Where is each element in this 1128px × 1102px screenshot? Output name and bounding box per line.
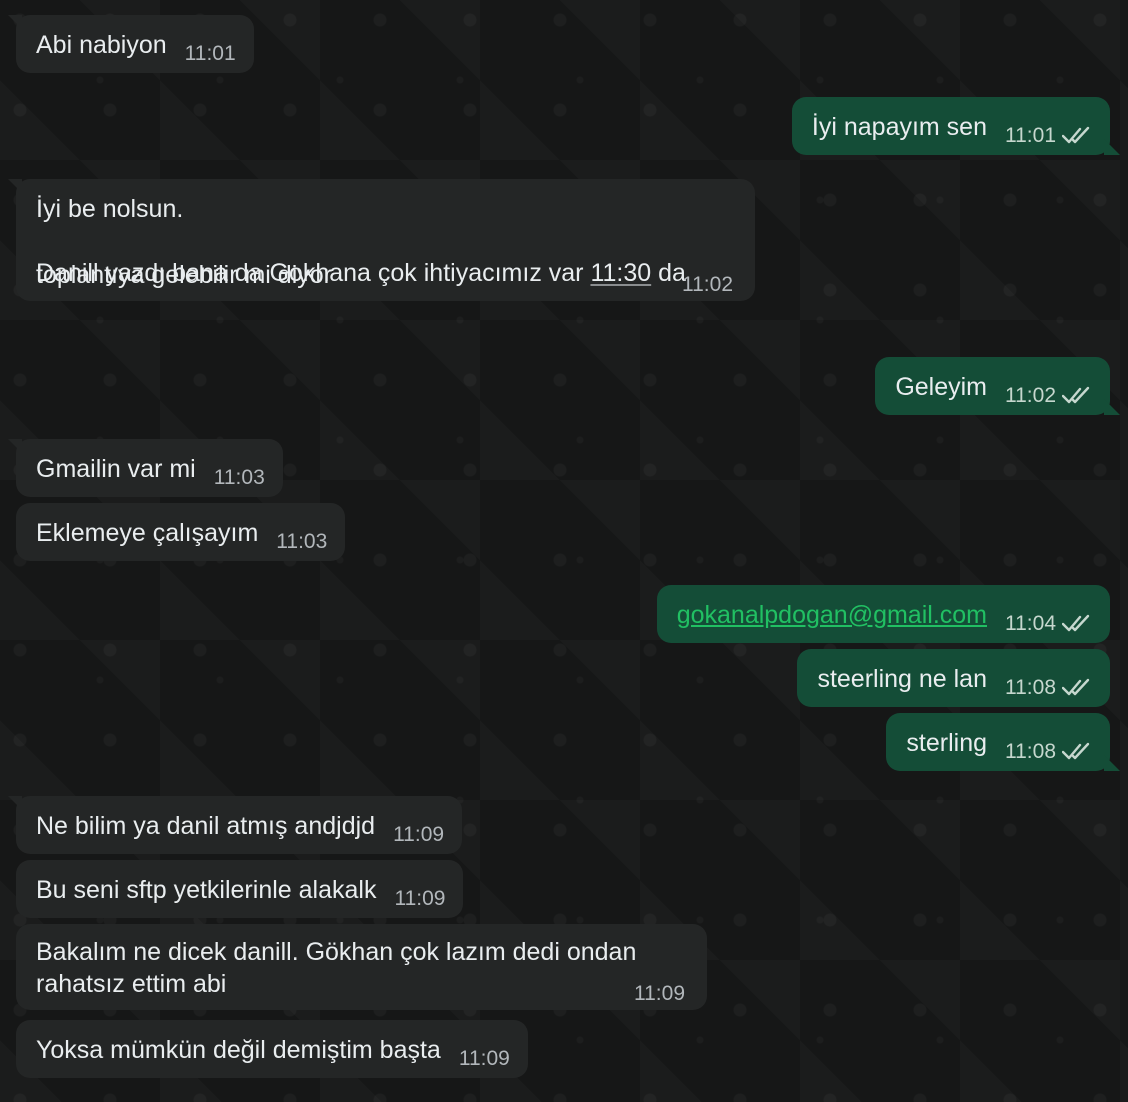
- message-incoming[interactable]: İyi be nolsun. Danill yazdı bana da Gokh…: [8, 179, 755, 301]
- message-incoming[interactable]: Gmailin var mi 11:03: [8, 439, 283, 497]
- message-text: sterling: [906, 729, 987, 757]
- message-incoming[interactable]: Ne bilim ya danil atmış andjdjd 11:09: [7, 796, 463, 854]
- message-time: 11:09: [634, 982, 685, 1005]
- message-time: 11:02: [1005, 384, 1056, 407]
- message-outgoing[interactable]: steerling ne lan 11:08: [797, 649, 1110, 707]
- message-outgoing[interactable]: İyi napayım sen 11:01: [791, 97, 1121, 155]
- message-time: 11:03: [213, 466, 265, 489]
- chat-area[interactable]: Abi nabiyon 11:01 İyi napayım sen 11:01 …: [0, 0, 1128, 1102]
- double-check-icon: [1062, 678, 1090, 696]
- message-time: 11:09: [393, 823, 445, 846]
- message-text: toplantıya gelebilir mi diyor: [36, 261, 332, 289]
- double-check-icon: [1062, 386, 1090, 404]
- message-time: 11:03: [276, 530, 328, 553]
- message-time: 11:08: [1005, 740, 1056, 763]
- double-check-icon: [1062, 126, 1090, 144]
- message-text: Abi nabiyon: [36, 31, 167, 59]
- message-time: 11:09: [394, 887, 446, 910]
- time-link[interactable]: 11:30: [590, 259, 651, 287]
- message-text: Ne bilim ya danil atmış andjdjd: [36, 812, 376, 840]
- message-text: Yoksa mümkün değil demiştim başta: [36, 1036, 441, 1064]
- message-outgoing[interactable]: Geleyim 11:02: [875, 357, 1120, 415]
- message-outgoing[interactable]: gokanalpdogan@gmail.com 11:04: [656, 585, 1110, 643]
- message-time: 11:01: [1005, 124, 1056, 147]
- message-text: Eklemeye çalışayım: [36, 519, 259, 547]
- message-time: 11:01: [184, 42, 236, 65]
- email-link[interactable]: gokanalpdogan@gmail.com: [677, 599, 987, 631]
- double-check-icon: [1062, 614, 1090, 632]
- message-text: Bakalım ne dicek danill. Gökhan çok lazı…: [36, 938, 637, 966]
- message-time: 11:09: [458, 1047, 510, 1070]
- message-incoming[interactable]: Eklemeye çalışayım 11:03: [16, 503, 346, 561]
- message-incoming[interactable]: Bakalım ne dicek danill. Gökhan çok lazı…: [16, 924, 707, 1010]
- message-incoming[interactable]: Bu seni sftp yetkilerinle alakalk 11:09: [16, 860, 464, 918]
- message-incoming[interactable]: Yoksa mümkün değil demiştim başta 11:09: [16, 1020, 528, 1078]
- message-time: 11:04: [1005, 612, 1056, 635]
- message-text: Geleyim: [895, 373, 987, 401]
- double-check-icon: [1062, 742, 1090, 760]
- message-incoming[interactable]: Abi nabiyon 11:01: [8, 15, 254, 73]
- message-text: steerling ne lan: [817, 665, 987, 693]
- message-text: İyi napayım sen: [811, 113, 987, 141]
- message-time: 11:08: [1005, 676, 1056, 699]
- message-text: Gmailin var mi: [36, 455, 196, 483]
- message-text: rahatsız ettim abi: [36, 970, 227, 998]
- message-text: İyi be nolsun.: [36, 195, 184, 223]
- message-text: Bu seni sftp yetkilerinle alakalk: [36, 876, 377, 904]
- message-outgoing[interactable]: sterling 11:08: [886, 713, 1120, 771]
- message-time: 11:02: [682, 273, 733, 296]
